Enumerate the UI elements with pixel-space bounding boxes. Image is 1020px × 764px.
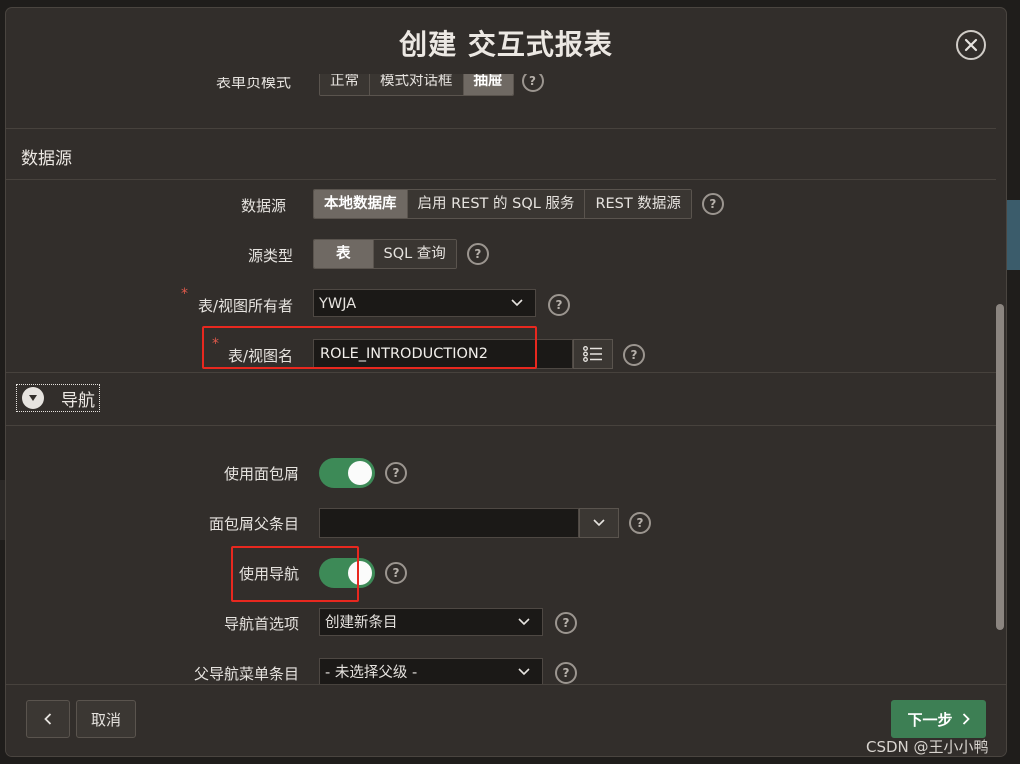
chevron-down-icon [511, 299, 523, 307]
data-source-label: 数据源 [240, 197, 286, 215]
list-icon [583, 346, 602, 362]
next-button[interactable]: 下一步 [891, 700, 986, 738]
dialog-body[interactable]: 表单页模式 正常 模式对话框 抽屉 ? 数据源 数据源 本地数据库 启用 RES… [6, 74, 996, 684]
owner-select[interactable]: YWJA [313, 289, 536, 317]
help-icon[interactable]: ? [555, 612, 577, 634]
help-icon[interactable]: ? [623, 344, 645, 366]
owner-label: 表/视图所有者 [197, 297, 293, 315]
breadcrumb-parent-dropdown-button[interactable] [579, 508, 619, 538]
nav-preference-select[interactable]: 创建新条目 [319, 608, 543, 636]
form-page-mode-label: 表单页模式 [215, 74, 291, 91]
data-source-option-rest-sql[interactable]: 启用 REST 的 SQL 服务 [406, 190, 585, 218]
table-picker-button[interactable] [573, 339, 613, 369]
background-panel-right [1006, 200, 1020, 270]
dialog-scrollbar[interactable] [996, 304, 1004, 630]
highlight-box-use-navigation [231, 546, 359, 602]
toggle-knob [348, 461, 372, 485]
form-page-mode-option-normal[interactable]: 正常 [320, 74, 369, 95]
data-source-segmented: 本地数据库 启用 REST 的 SQL 服务 REST 数据源 [313, 189, 692, 219]
owner-select-value: YWJA [319, 296, 357, 312]
data-source-row: 本地数据库 启用 REST 的 SQL 服务 REST 数据源 ? [313, 189, 724, 219]
parent-nav-entry-label: 父导航菜单条目 [193, 665, 299, 683]
create-report-dialog: 创建 交互式报表 表单页模式 正常 模式对话框 抽屉 ? 数据源 数据源 本地数… [6, 8, 1006, 756]
help-icon[interactable]: ? [701, 193, 724, 215]
navigation-section-title: 导航 [61, 391, 95, 411]
data-source-section-title: 数据源 [21, 149, 72, 169]
data-source-option-local[interactable]: 本地数据库 [314, 190, 407, 218]
breadcrumb-parent-label: 面包屑父条目 [208, 515, 299, 533]
dialog-footer: 取消 下一步 [6, 684, 1006, 756]
help-icon[interactable]: ? [548, 294, 570, 316]
watermark: CSDN @王小小鸭 [866, 738, 989, 756]
breadcrumb-parent-input[interactable] [319, 508, 579, 538]
help-icon[interactable]: ? [555, 662, 577, 684]
navigation-collapse-toggle[interactable]: 导航 [16, 384, 100, 412]
next-button-label: 下一步 [907, 710, 953, 729]
form-page-mode-option-drawer[interactable]: 抽屉 [462, 74, 513, 95]
data-source-option-rest[interactable]: REST 数据源 [584, 190, 691, 218]
help-icon[interactable]: ? [521, 74, 544, 92]
chevron-right-icon [962, 713, 970, 725]
nav-preference-label: 导航首选项 [223, 615, 299, 633]
use-breadcrumb-toggle[interactable] [319, 458, 375, 488]
use-breadcrumb-label: 使用面包屑 [223, 465, 299, 483]
chevron-down-icon [593, 519, 605, 527]
chevron-down-icon [518, 668, 530, 676]
navigation-section-header: 导航 [6, 372, 996, 426]
close-icon [964, 38, 978, 52]
source-type-row: 表 SQL 查询 ? [313, 239, 489, 269]
back-button[interactable] [26, 700, 70, 738]
help-icon[interactable]: ? [385, 462, 407, 484]
collapse-caret-icon [22, 387, 44, 409]
source-type-segmented: 表 SQL 查询 [313, 239, 457, 269]
highlight-box-table-name [202, 326, 537, 369]
help-icon[interactable]: ? [629, 512, 651, 534]
help-icon[interactable]: ? [466, 243, 489, 265]
form-page-mode-option-modal[interactable]: 模式对话框 [369, 74, 463, 95]
source-type-option-table[interactable]: 表 [314, 240, 373, 268]
close-button[interactable] [956, 30, 986, 60]
parent-nav-entry-select[interactable]: - 未选择父级 - [319, 658, 543, 684]
help-icon[interactable]: ? [385, 562, 407, 584]
chevron-left-icon [44, 713, 52, 725]
form-page-mode-segmented: 正常 模式对话框 抽屉 [319, 74, 514, 96]
cancel-button[interactable]: 取消 [76, 700, 136, 738]
dialog-title: 创建 交互式报表 [399, 28, 613, 61]
nav-preference-value: 创建新条目 [325, 615, 398, 631]
parent-nav-entry-value: - 未选择父级 - [325, 665, 418, 681]
source-type-label: 源类型 [247, 247, 293, 265]
form-page-mode-row: 正常 模式对话框 抽屉 ? [319, 74, 544, 96]
chevron-down-icon [518, 618, 530, 626]
source-type-option-sql[interactable]: SQL 查询 [372, 240, 456, 268]
data-source-section-header: 数据源 [6, 128, 996, 180]
